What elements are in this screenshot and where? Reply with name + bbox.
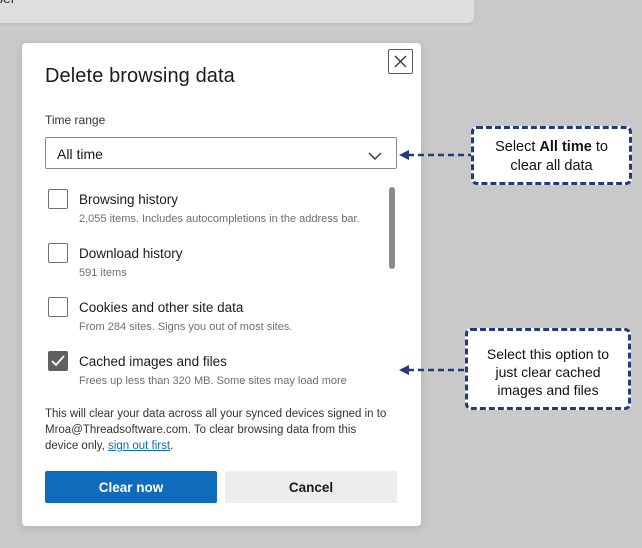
- background-card-text: ser: [0, 0, 15, 6]
- option-cached-images[interactable]: Cached images and files Frees up less th…: [45, 349, 385, 395]
- close-icon: [394, 55, 407, 68]
- callout-all-time: Select All time to clear all data: [471, 126, 632, 185]
- option-cookies[interactable]: Cookies and other site data From 284 sit…: [45, 295, 385, 341]
- callout-1-line-2: clear all data: [510, 158, 593, 174]
- callout-cached-images: Select this option to just clear cached …: [465, 328, 631, 410]
- sync-info-text: This will clear your data across all you…: [45, 406, 403, 454]
- delete-browsing-data-dialog: Delete browsing data Time range All time…: [22, 43, 421, 526]
- time-range-value: All time: [57, 146, 103, 162]
- callout-arrow-2: [399, 365, 467, 375]
- option-description: Frees up less than 320 MB. Some sites ma…: [79, 375, 347, 387]
- checkmark-icon: [51, 355, 65, 367]
- option-description: 2,055 items. Includes autocompletions in…: [79, 213, 360, 225]
- option-label: Cookies and other site data: [79, 300, 244, 315]
- callout-2-line-1: Select this option to: [486, 346, 610, 362]
- callout-1-bold: All time: [539, 139, 592, 155]
- info-line-2: Mroa@Threadsoftware.com. To clear browsi…: [45, 424, 357, 436]
- option-browsing-history[interactable]: Browsing history 2,055 items. Includes a…: [45, 187, 385, 233]
- option-description: From 284 sites. Signs you out of most si…: [79, 321, 293, 333]
- info-line-1: This will clear your data across all you…: [45, 408, 387, 420]
- dialog-title: Delete browsing data: [45, 65, 235, 87]
- callout-2-line-3: images and files: [497, 382, 599, 398]
- download-history-checkbox[interactable]: [48, 243, 68, 263]
- option-label: Download history: [79, 246, 183, 261]
- cookies-checkbox[interactable]: [48, 297, 68, 317]
- browsing-history-checkbox[interactable]: [48, 189, 68, 209]
- chevron-down-icon: [368, 148, 382, 166]
- list-scrollbar[interactable]: [389, 187, 395, 269]
- background-settings-card: ser: [0, 0, 474, 23]
- callout-1-suffix: to: [591, 139, 608, 155]
- option-label: Browsing history: [79, 192, 179, 207]
- cancel-button[interactable]: Cancel: [225, 471, 397, 503]
- info-line-3-suffix: .: [170, 440, 174, 452]
- callout-2-line-2: just clear cached: [495, 364, 601, 380]
- cached-images-checkbox[interactable]: [48, 351, 68, 371]
- time-range-select[interactable]: All time: [45, 137, 397, 169]
- clear-now-button[interactable]: Clear now: [45, 471, 217, 503]
- option-label: Cached images and files: [79, 354, 227, 369]
- data-type-list: Browsing history 2,055 items. Includes a…: [45, 183, 385, 387]
- callout-arrow-1: [399, 150, 473, 160]
- option-description: 591 items: [79, 267, 127, 279]
- close-button[interactable]: [388, 49, 413, 74]
- sign-out-link[interactable]: sign out first: [108, 440, 170, 452]
- info-line-3-prefix: device only,: [45, 440, 109, 452]
- option-download-history[interactable]: Download history 591 items: [45, 241, 385, 287]
- chevron-right-icon: [452, 0, 462, 2]
- callout-1-prefix: Select: [495, 139, 540, 155]
- time-range-label: Time range: [45, 113, 106, 127]
